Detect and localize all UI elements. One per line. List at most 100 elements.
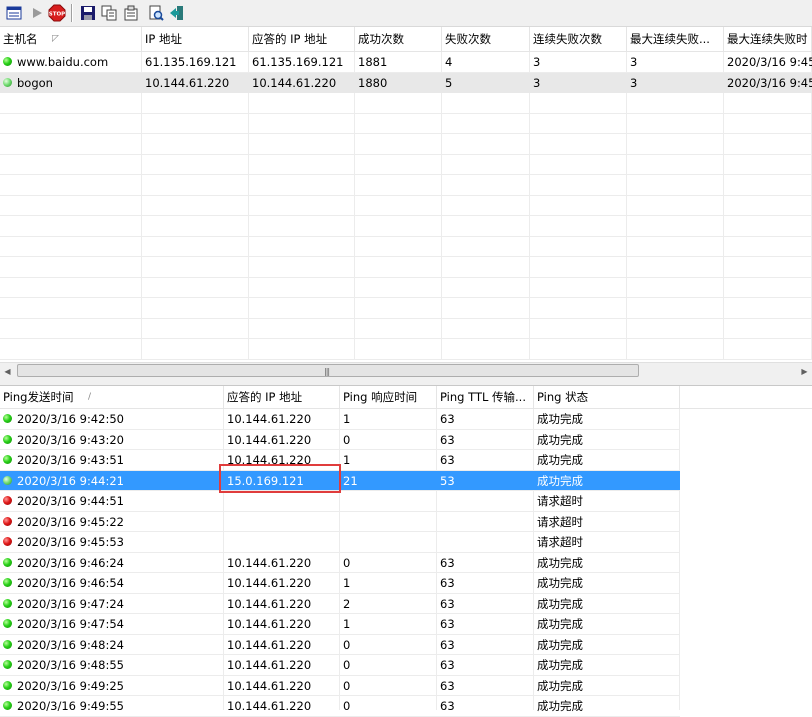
ping-row[interactable]: 2020/3/16 9:49:55 10.144.61.220 0 63 成功完成 <box>0 696 680 716</box>
col-hostname[interactable]: 主机名 <box>0 27 142 51</box>
host-cell-host: bogon <box>17 75 53 90</box>
ping-row[interactable]: 2020/3/16 9:42:50 10.144.61.220 1 63 成功完成 <box>0 409 680 429</box>
ping-cell-rtt <box>340 532 437 552</box>
ping-row[interactable]: 2020/3/16 9:46:24 10.144.61.220 0 63 成功完成 <box>0 553 680 573</box>
host-row[interactable]: www.baidu.com 61.135.169.121 61.135.169.12… <box>0 52 812 72</box>
status-dot-icon <box>3 578 12 587</box>
col-ip[interactable]: IP 地址 <box>142 27 249 51</box>
col-ping-status[interactable]: Ping 状态 <box>534 386 680 408</box>
ping-cell-time: 2020/3/16 9:43:51 <box>17 453 124 467</box>
ping-cell-state: 成功完成 <box>537 432 583 447</box>
host-cell-consecutive-fail: 3 <box>533 55 541 69</box>
horizontal-scrollbar[interactable]: ◀ ||| ▶ <box>0 362 812 380</box>
sort-indicator-icon: / <box>88 392 92 402</box>
col-success[interactable]: 成功次数 <box>355 27 442 51</box>
ping-row[interactable]: 2020/3/16 9:44:51 请求超时 <box>0 491 680 511</box>
status-dot-icon <box>3 660 12 669</box>
host-row[interactable]: bogon 10.144.61.220 10.144.61.220 1880 5 3 3 20… <box>0 72 812 93</box>
ping-cell-rtt <box>340 491 437 511</box>
toolbar-separator <box>71 4 73 22</box>
status-dot-icon <box>3 77 12 87</box>
ping-cell-ttl <box>437 512 534 532</box>
col-ping-ttl[interactable]: Ping TTL 传输... <box>437 386 534 408</box>
ping-cell-reply-ip: 10.144.61.220 <box>227 432 312 447</box>
ping-cell-time: 2020/3/16 9:47:54 <box>17 617 124 631</box>
toolbar: STOP <box>0 0 812 27</box>
ping-cell-state: 成功完成 <box>537 658 583 672</box>
col-gridline <box>441 52 442 360</box>
row-gridline <box>0 215 812 216</box>
host-cell-reply-ip: 10.144.61.220 <box>252 75 337 90</box>
col-gridline <box>626 52 627 360</box>
scroll-right-icon[interactable]: ▶ <box>797 364 812 379</box>
row-gridline <box>0 174 812 175</box>
status-dot-icon <box>3 475 12 485</box>
ping-cell-rtt: 21 <box>343 473 358 488</box>
ping-cell-ttl: 63 <box>440 617 455 631</box>
ping-row[interactable]: 2020/3/16 9:45:53 请求超时 <box>0 532 680 552</box>
scroll-left-icon[interactable]: ◀ <box>0 364 15 379</box>
col-max-consecutive-fail[interactable]: 最大连续失败... <box>627 27 724 51</box>
ping-row[interactable]: 2020/3/16 9:48:55 10.144.61.220 0 63 成功完成 <box>0 655 680 675</box>
status-dot-icon <box>3 619 12 628</box>
host-cell-max-fail-time: 2020/3/16 9:45 <box>727 75 812 90</box>
ping-cell-rtt: 0 <box>343 678 351 693</box>
ping-row[interactable]: 2020/3/16 9:47:54 10.144.61.220 1 63 成功完成 <box>0 614 680 634</box>
ping-cell-state: 成功完成 <box>537 617 583 631</box>
save-icon[interactable] <box>78 3 98 23</box>
ping-cell-rtt: 0 <box>343 637 351 652</box>
ping-row[interactable]: 2020/3/16 9:46:54 10.144.61.220 1 63 成功完成 <box>0 573 680 593</box>
col-fail[interactable]: 失败次数 <box>442 27 530 51</box>
ping-cell-rtt: 2 <box>343 596 351 611</box>
status-dot-icon <box>3 414 12 423</box>
options-icon[interactable] <box>121 3 141 23</box>
status-dot-icon <box>3 537 12 546</box>
ping-cell-state: 成功完成 <box>537 596 583 611</box>
ping-row[interactable]: 2020/3/16 9:47:24 10.144.61.220 2 63 成功完成 <box>0 594 680 614</box>
col-max-fail-time[interactable]: 最大连续失败时 <box>724 27 812 51</box>
col-ping-reply-ip[interactable]: 应答的 IP 地址 <box>224 386 340 408</box>
ping-cell-rtt: 1 <box>343 576 351 590</box>
ping-cell-state: 成功完成 <box>537 576 583 590</box>
col-ping-rtt[interactable]: Ping 响应时间 <box>340 386 437 408</box>
ping-row[interactable]: 2020/3/16 9:48:24 10.144.61.220 0 63 成功完成 <box>0 635 680 655</box>
ping-cell-time: 2020/3/16 9:45:53 <box>17 535 124 549</box>
exit-icon[interactable] <box>167 3 187 23</box>
ping-cell-reply-ip: 10.144.61.220 <box>227 658 312 672</box>
find-icon[interactable] <box>146 3 166 23</box>
ping-cell-ttl: 63 <box>440 432 455 447</box>
host-cell-fail: 5 <box>445 75 453 90</box>
ping-cell-rtt: 0 <box>343 658 351 672</box>
ping-row[interactable]: 2020/3/16 9:49:25 10.144.61.220 0 63 成功完成 <box>0 676 680 696</box>
ping-cell-ttl: 63 <box>440 658 455 672</box>
host-cell-ip: 10.144.61.220 <box>145 75 230 90</box>
ping-cell-state: 成功完成 <box>537 473 583 488</box>
ping-cell-time: 2020/3/16 9:43:20 <box>17 432 124 447</box>
col-ping-time[interactable]: Ping发送时间 <box>0 386 224 408</box>
ping-cell-reply-ip: 10.144.61.220 <box>227 699 312 713</box>
scrollbar-thumb[interactable]: ||| <box>17 364 639 377</box>
col-reply-ip[interactable]: 应答的 IP 地址 <box>249 27 355 51</box>
play-icon[interactable] <box>27 3 47 23</box>
status-dot-icon <box>3 516 12 526</box>
col-gridline <box>141 52 142 360</box>
ping-cell-time: 2020/3/16 9:48:24 <box>17 637 124 652</box>
sort-indicator-icon: ◸ <box>52 34 59 44</box>
ping-row[interactable]: 2020/3/16 9:45:22 请求超时 <box>0 512 680 532</box>
host-cell-success: 1880 <box>358 75 388 90</box>
ping-cell-ttl: 63 <box>440 555 455 570</box>
hosts-header: 主机名 ◸ IP 地址 应答的 IP 地址 成功次数 失败次数 连续失败次数 最… <box>0 27 812 52</box>
stop-icon[interactable]: STOP <box>47 3 67 23</box>
status-dot-icon <box>3 701 12 710</box>
ping-cell-ttl: 63 <box>440 576 455 590</box>
row-gridline <box>0 112 812 114</box>
ping-row[interactable]: 2020/3/16 9:43:20 10.144.61.220 0 63 成功完成 <box>0 430 680 450</box>
status-dot-icon <box>3 57 12 66</box>
col-gridline <box>354 52 355 360</box>
col-consecutive-fail[interactable]: 连续失败次数 <box>530 27 627 51</box>
ping-cell-state: 请求超时 <box>537 535 583 549</box>
ping-cell-reply-ip: 10.144.61.220 <box>227 678 312 693</box>
ping-cell-rtt: 1 <box>343 617 351 631</box>
properties-icon[interactable] <box>4 3 24 23</box>
copy-icon[interactable] <box>99 3 119 23</box>
